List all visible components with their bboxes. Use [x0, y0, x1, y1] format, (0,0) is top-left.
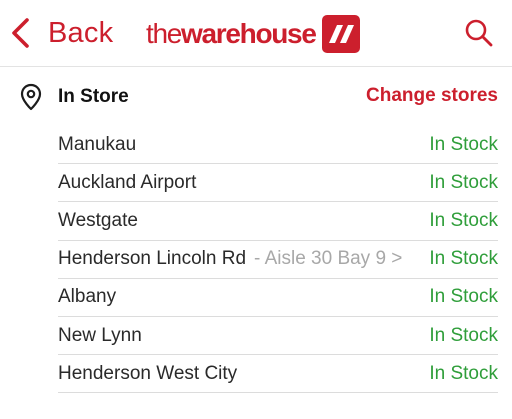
stock-status: In Stock	[429, 133, 498, 155]
slash-mark-icon	[328, 25, 354, 43]
store-row: Albany In Stock	[58, 279, 498, 317]
logo-the: the	[146, 18, 182, 49]
logo-badge-icon	[321, 15, 360, 53]
logo-warehouse: warehouse	[181, 18, 317, 49]
in-store-title: In Store	[58, 86, 129, 107]
store-name: Westgate	[58, 209, 138, 231]
stock-status: In Stock	[429, 248, 498, 270]
stock-status: In Stock	[429, 362, 498, 384]
aisle-location[interactable]: - Aisle 30 Bay 9 >	[254, 248, 402, 270]
stock-status: In Stock	[429, 209, 498, 231]
store-row: Manukau In Stock	[58, 126, 498, 165]
change-stores-link[interactable]: Change stores	[366, 85, 498, 107]
stock-status: In Stock	[429, 286, 498, 308]
store-row: New Lynn In Stock	[58, 317, 498, 356]
back-label: Back	[48, 16, 114, 49]
app-header: Back thewarehouse	[0, 0, 512, 66]
logo-wordmark: thewarehouse	[146, 18, 317, 49]
search-button[interactable]	[464, 18, 494, 48]
store-name: Albany	[58, 286, 117, 308]
back-button[interactable]: Back	[10, 14, 113, 52]
stock-status: In Stock	[429, 324, 498, 346]
store-name: Henderson Lincoln Rd	[58, 248, 247, 270]
store-list: Manukau In Stock Auckland Airport In Stock W…	[58, 126, 498, 394]
store-row[interactable]: Henderson Lincoln Rd - Aisle 30 Bay 9 > In…	[58, 241, 498, 279]
in-store-header: In Store Change stores	[0, 78, 512, 114]
header-divider	[0, 66, 512, 67]
location-pin-icon	[20, 83, 42, 111]
store-name: Manukau	[58, 133, 137, 155]
store-row: Auckland Airport In Stock	[58, 164, 498, 203]
chevron-left-icon	[12, 18, 29, 48]
search-icon	[465, 19, 493, 47]
store-name: Henderson West City	[58, 362, 238, 384]
store-row: Westgate In Stock	[58, 202, 498, 241]
store-name: Auckland Airport	[58, 171, 197, 193]
store-name: New Lynn	[58, 324, 142, 346]
warehouse-logo: thewarehouse	[146, 14, 360, 54]
store-row: Henderson West City In Stock	[58, 355, 498, 394]
stock-status: In Stock	[429, 171, 498, 193]
